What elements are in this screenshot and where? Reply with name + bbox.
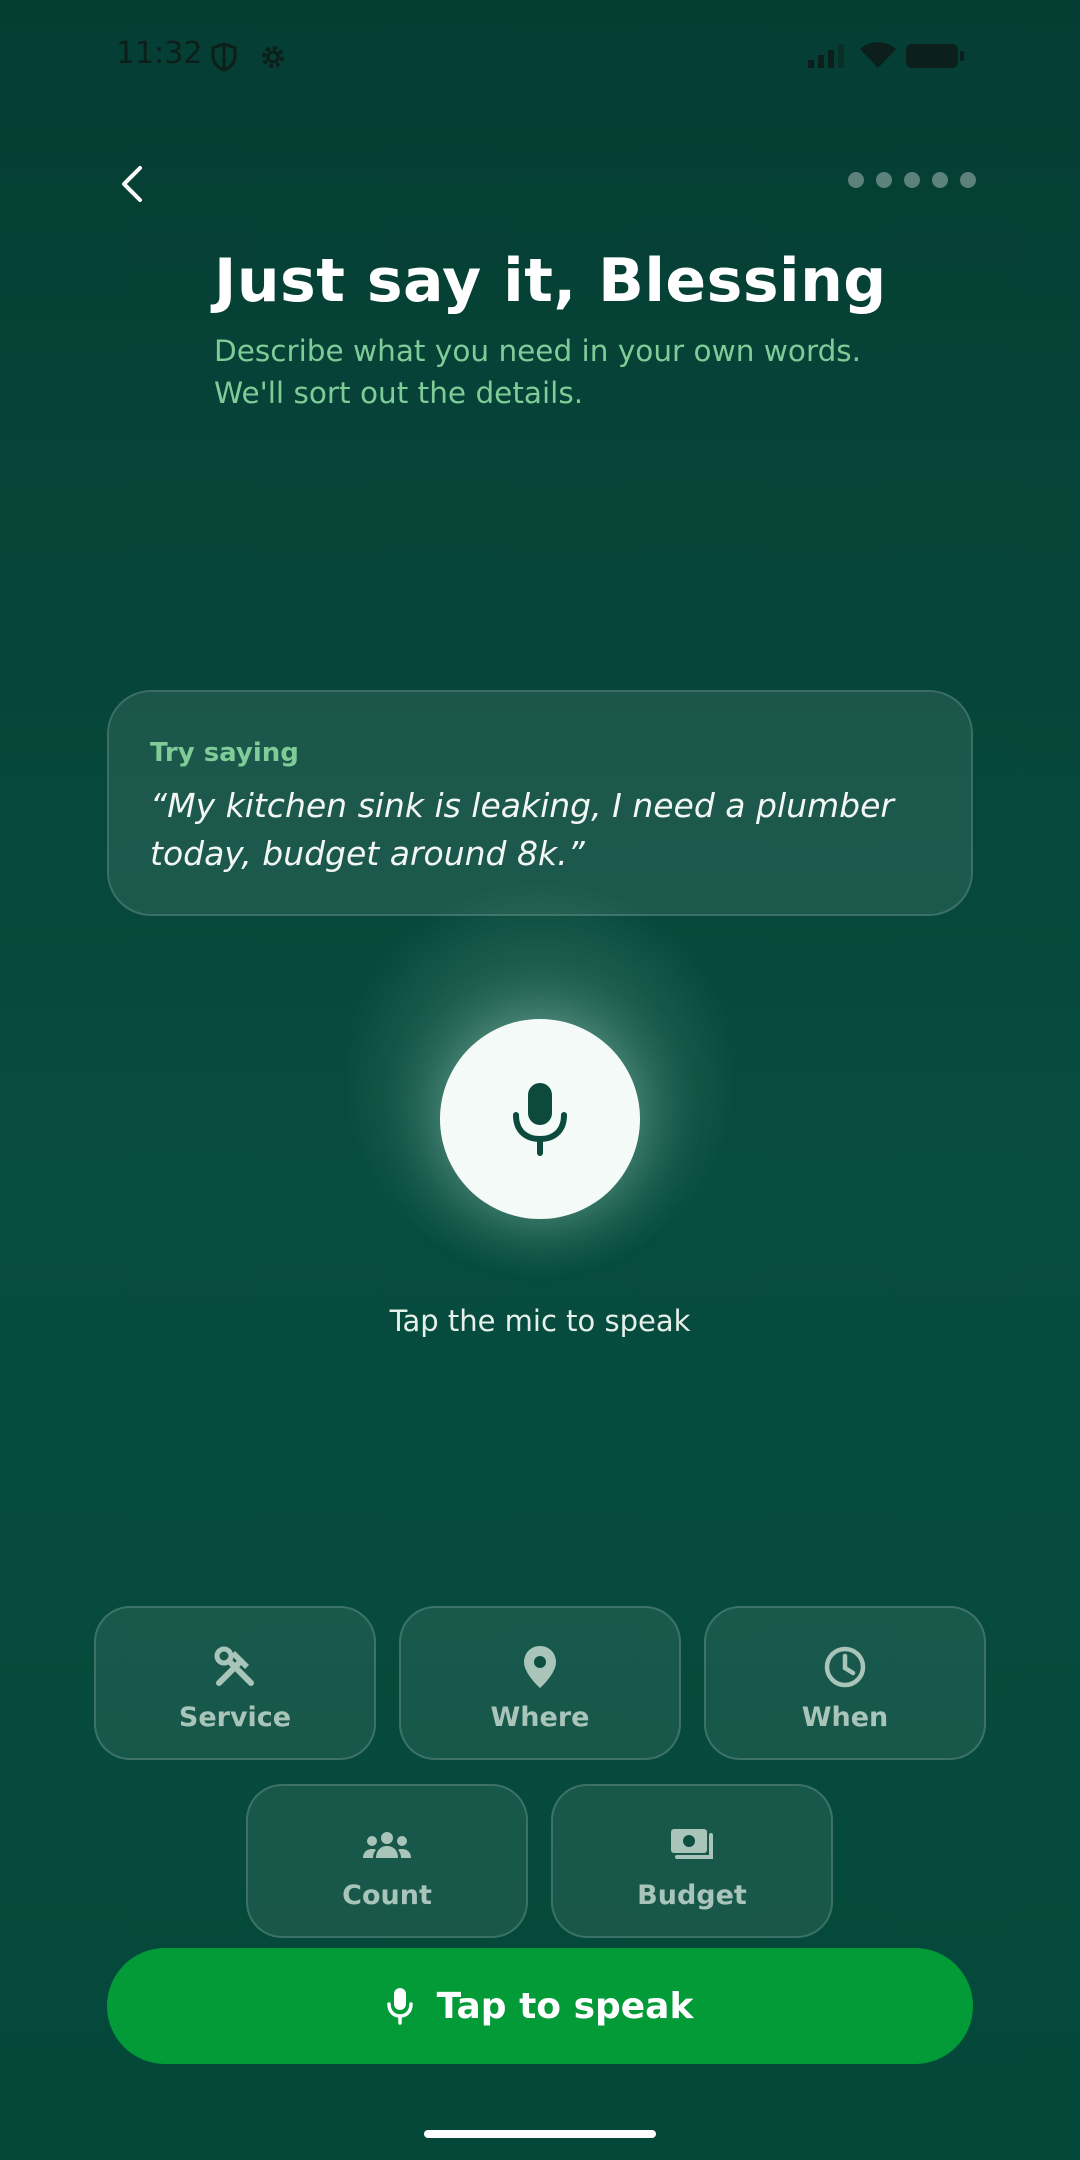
clock-icon — [823, 1644, 867, 1690]
progress-dots — [848, 172, 976, 188]
shield-icon — [210, 42, 238, 77]
chip-label: Count — [342, 1880, 432, 1911]
people-icon — [362, 1822, 412, 1868]
status-bar: 11:32 — [0, 0, 1080, 112]
progress-dot — [932, 172, 948, 188]
progress-dot — [904, 172, 920, 188]
progress-dot — [848, 172, 864, 188]
chip-where[interactable]: Where — [399, 1606, 681, 1760]
chip-label: Service — [178, 1702, 292, 1733]
location-pin-icon — [522, 1644, 558, 1690]
settings-gear-icon — [258, 42, 288, 77]
tools-icon — [213, 1644, 257, 1690]
page-title: Just say it, Blessing — [214, 246, 887, 316]
chip-service[interactable]: Service — [94, 1606, 376, 1760]
tap-to-speak-label: Tap to speak — [436, 1985, 694, 2027]
mic-icon — [513, 1083, 567, 1156]
home-indicator[interactable] — [424, 2130, 656, 2138]
back-button[interactable] — [104, 156, 160, 212]
wifi-icon — [858, 40, 898, 75]
tap-to-speak-button[interactable]: Tap to speak — [107, 1948, 973, 2064]
chevron-left-icon — [122, 166, 142, 202]
chip-budget[interactable]: Budget — [551, 1784, 833, 1938]
mic-hint: Tap the mic to speak — [389, 1304, 691, 1338]
signal-icon — [808, 44, 846, 73]
chip-label: When — [801, 1702, 889, 1733]
progress-dot — [960, 172, 976, 188]
chip-when[interactable]: When — [704, 1606, 986, 1760]
chip-label: Where — [490, 1702, 590, 1733]
mic-button[interactable] — [440, 1019, 640, 1219]
money-icon — [669, 1822, 715, 1868]
suggestion-label: Try saying — [150, 738, 299, 768]
progress-dot — [876, 172, 892, 188]
chip-label: Budget — [637, 1880, 747, 1911]
battery-icon — [906, 42, 966, 75]
suggestion-quote: “My kitchen sink is leaking, I need a pl… — [150, 786, 894, 873]
page-subtitle: Describe what you need in your own words… — [214, 334, 862, 410]
status-time: 11:32 — [116, 36, 203, 71]
mic-icon — [386, 1988, 413, 2025]
chip-count[interactable]: Count — [246, 1784, 528, 1938]
